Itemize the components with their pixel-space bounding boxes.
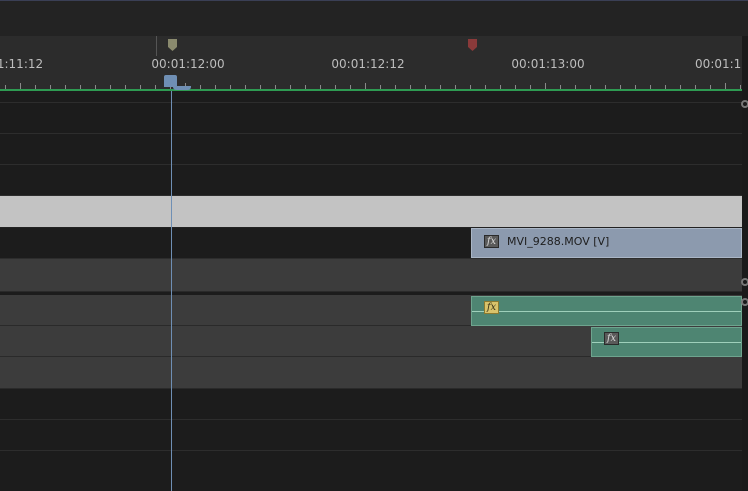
- audio-volume-line[interactable]: [472, 311, 741, 312]
- time-ruler[interactable]: 1:11:12 00:01:12:00 00:01:12:12 00:01:13…: [0, 36, 748, 91]
- audio-track-row[interactable]: [0, 389, 742, 420]
- audio-track-row[interactable]: [0, 451, 742, 491]
- video-track-row[interactable]: [0, 91, 742, 103]
- timecode-label: 00:01:13:00: [511, 57, 585, 71]
- scroll-handle-icon[interactable]: [741, 278, 748, 286]
- audio-track-row[interactable]: [0, 357, 742, 389]
- ruler-edge: [742, 36, 748, 91]
- timecode-label: 00:01:12:12: [331, 57, 405, 71]
- playhead-handle-tail[interactable]: [173, 86, 191, 90]
- video-track-row[interactable]: [0, 134, 742, 165]
- audio-clip[interactable]: fx: [591, 327, 742, 357]
- track-separator-row[interactable]: [0, 259, 742, 292]
- timecode-label: 00:01:13: [695, 57, 748, 71]
- marker-red-icon[interactable]: [468, 39, 477, 51]
- playhead-line[interactable]: [171, 91, 172, 491]
- selected-track-row[interactable]: [0, 196, 742, 228]
- video-track-row[interactable]: [0, 103, 742, 134]
- marker-grey-icon[interactable]: [168, 39, 177, 51]
- fx-badge-icon[interactable]: fx: [484, 301, 499, 314]
- timecode-label: 1:11:12: [0, 57, 44, 71]
- scroll-handle-icon[interactable]: [741, 100, 748, 108]
- video-clip[interactable]: fx MVI_9288.MOV [V]: [471, 228, 742, 258]
- vertical-scrollbar[interactable]: [742, 91, 748, 491]
- timecode-label: 00:01:12:00: [151, 57, 225, 71]
- video-clip-name: MVI_9288.MOV [V]: [507, 235, 610, 248]
- scroll-handle-icon[interactable]: [741, 298, 748, 306]
- fx-badge-icon[interactable]: fx: [604, 332, 619, 345]
- audio-clip[interactable]: fx: [471, 296, 742, 326]
- video-track-row[interactable]: [0, 165, 742, 196]
- fx-badge-icon[interactable]: fx: [484, 235, 499, 248]
- timeline-header-bar: [0, 0, 748, 36]
- audio-track-row[interactable]: [0, 420, 742, 451]
- ruler-guide-line: [156, 36, 157, 56]
